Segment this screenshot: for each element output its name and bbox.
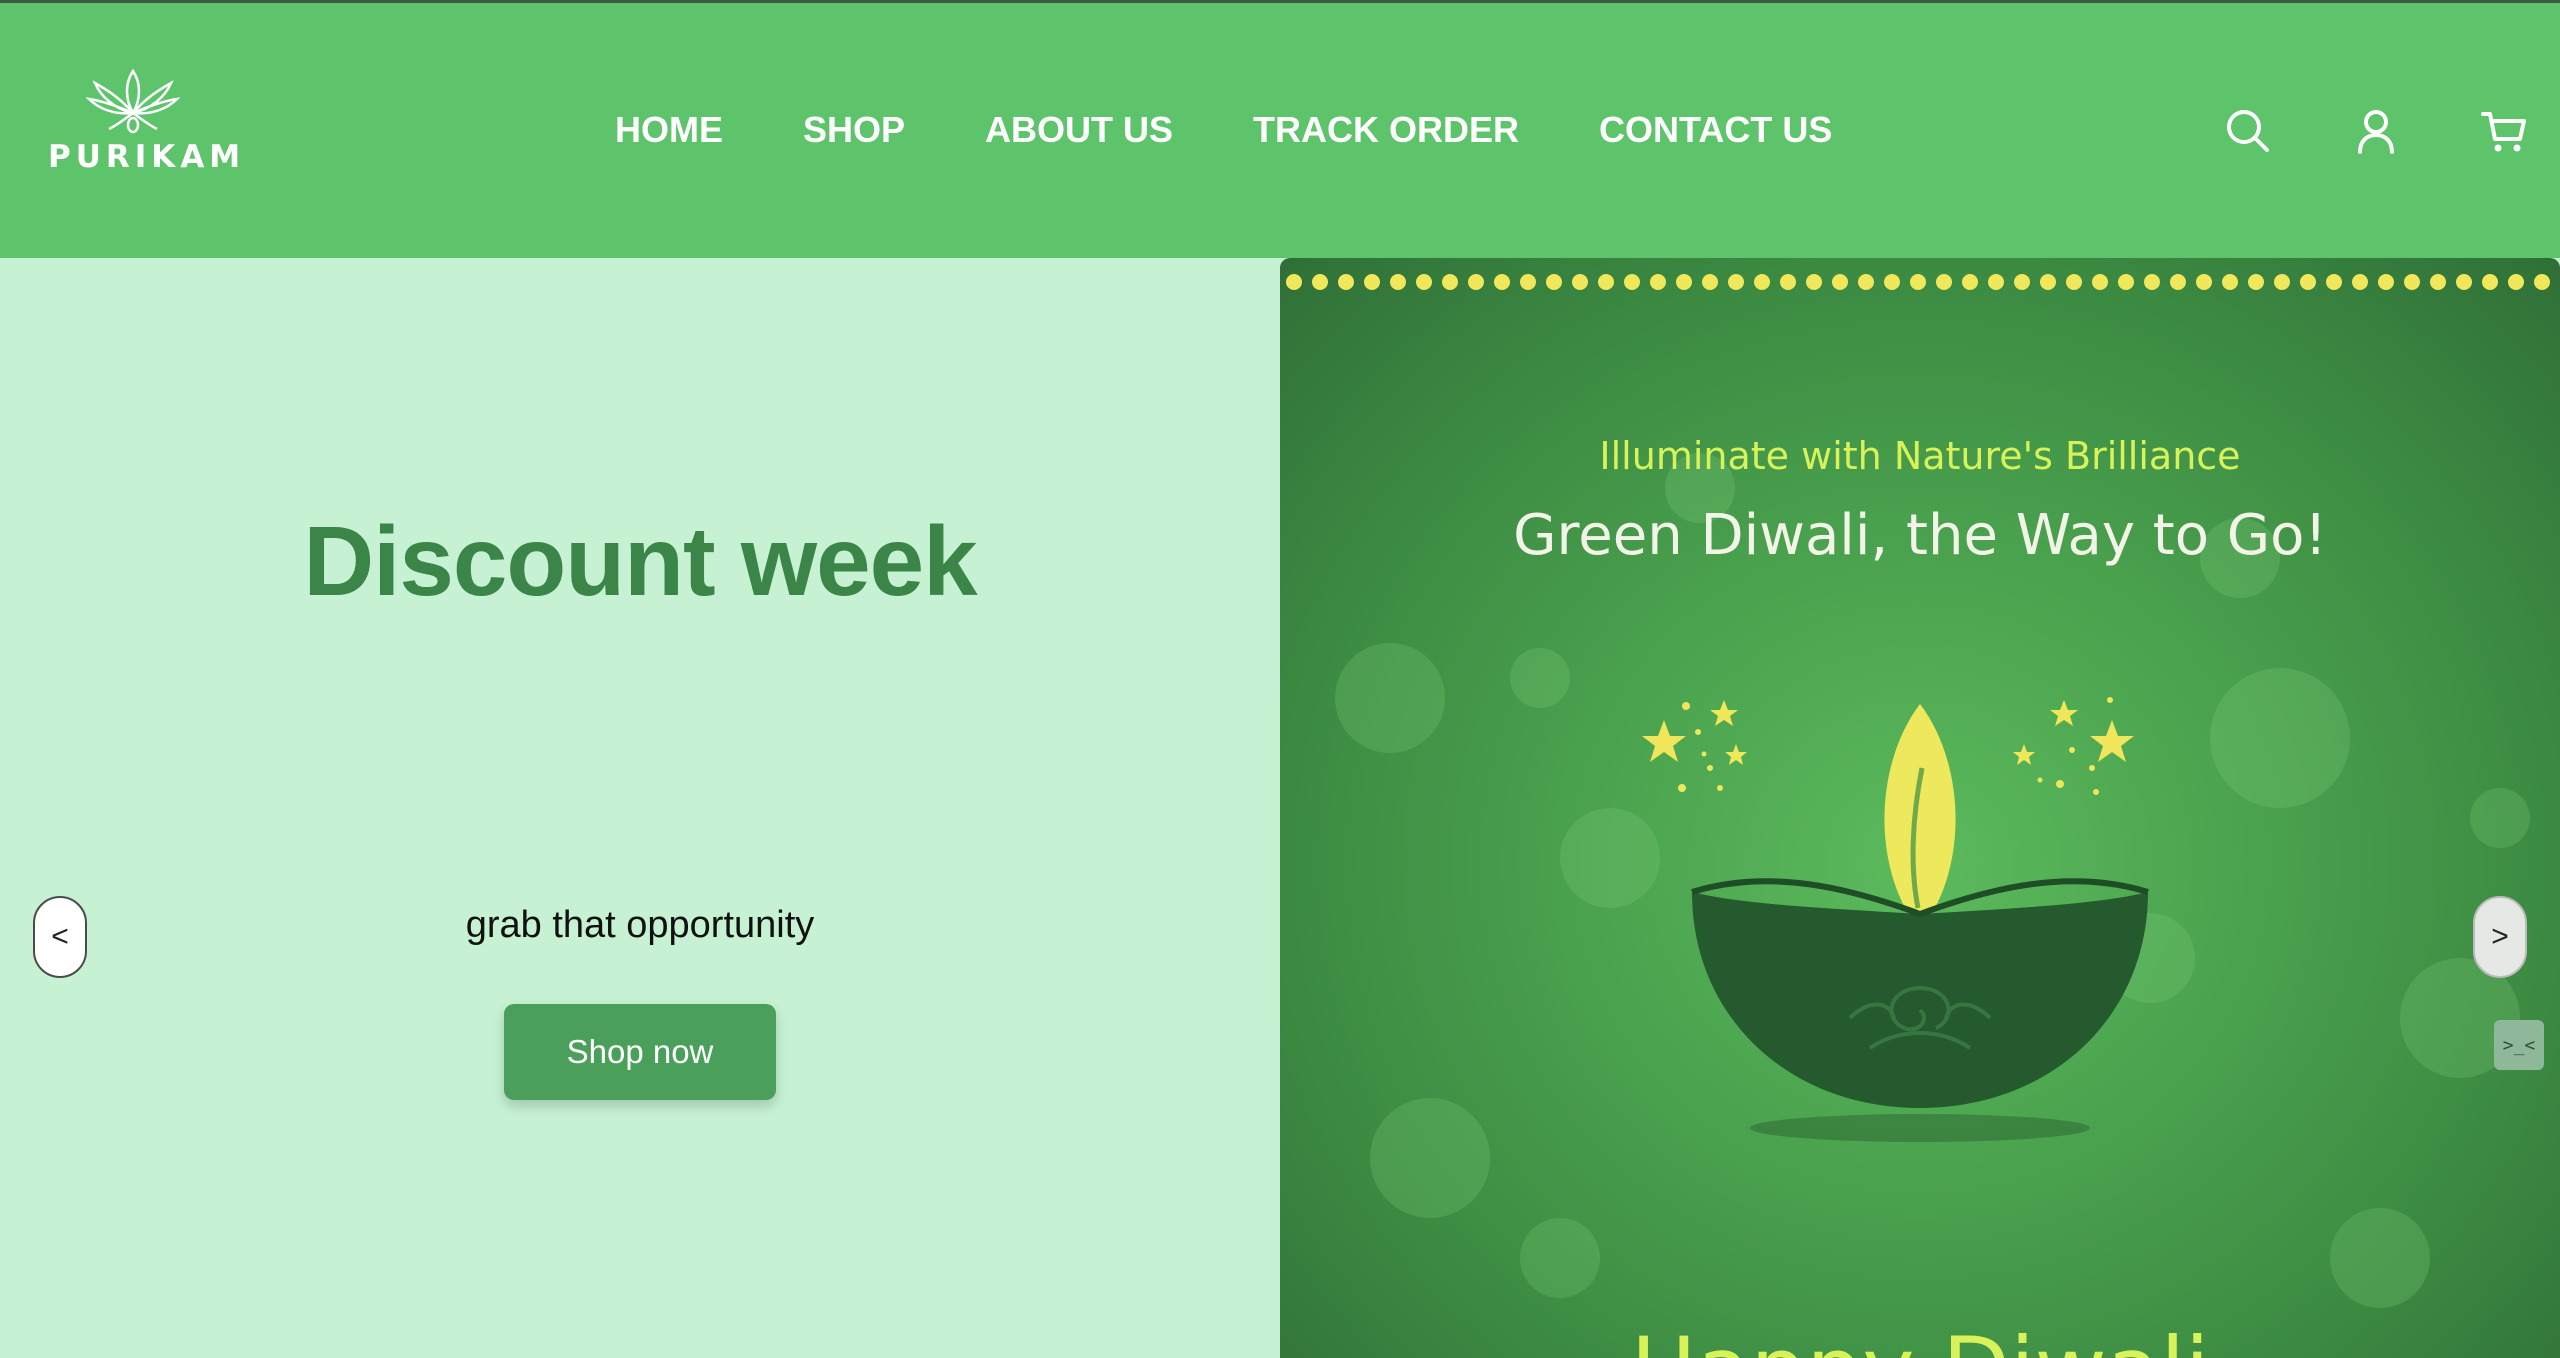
- leaf-logo-icon: [85, 68, 181, 134]
- shop-now-button[interactable]: Shop now: [504, 1004, 776, 1100]
- dev-tools-tab[interactable]: >_<: [2494, 1020, 2544, 1070]
- hero-title: Discount week: [303, 506, 977, 616]
- hero-subtitle: grab that opportunity: [465, 904, 815, 946]
- light-string: [1286, 274, 2550, 290]
- main-nav: HOME SHOP ABOUT US TRACK ORDER CONTACT U…: [615, 109, 1832, 151]
- brand-logo[interactable]: PURIKAM: [48, 63, 246, 178]
- banner-title: Green Diwali, the Way to Go!: [1513, 503, 2327, 568]
- nav-track-order[interactable]: TRACK ORDER: [1253, 109, 1519, 151]
- nav-about-us[interactable]: ABOUT US: [985, 109, 1173, 151]
- brand-name: PURIKAM: [48, 139, 246, 175]
- banner-greeting: Happy Diwali: [1280, 1318, 2560, 1358]
- hero-slide: [0, 258, 1280, 1358]
- carousel-next-button[interactable]: >: [2473, 896, 2527, 978]
- diya-lamp-icon: [1642, 697, 2149, 1142]
- banner-tagline: Illuminate with Nature's Brilliance: [1599, 434, 2241, 478]
- user-icon[interactable]: [2352, 107, 2400, 155]
- nav-contact-us[interactable]: CONTACT US: [1599, 109, 1832, 151]
- search-icon[interactable]: [2224, 107, 2272, 155]
- site-header: PURIKAM HOME SHOP ABOUT US TRACK ORDER C…: [0, 3, 2560, 258]
- cart-icon[interactable]: [2480, 107, 2528, 155]
- nav-shop[interactable]: SHOP: [803, 109, 905, 151]
- diwali-banner-image: Illuminate with Nature's Brilliance Gree…: [1280, 258, 2560, 1358]
- carousel-prev-button[interactable]: <: [33, 896, 87, 978]
- nav-home[interactable]: HOME: [615, 109, 723, 151]
